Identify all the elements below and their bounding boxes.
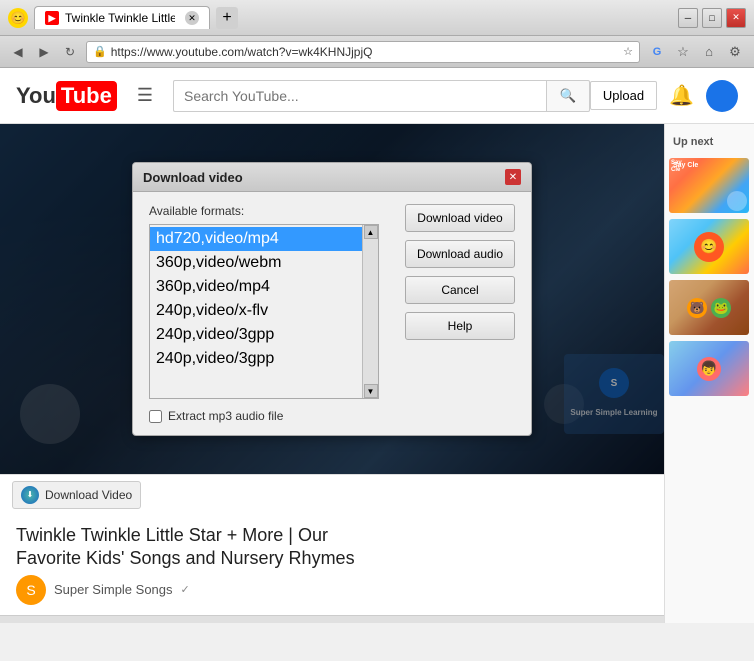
notification-bell-icon[interactable]: 🔔 [669, 83, 694, 108]
lock-icon: 🔒 [93, 45, 107, 58]
download-extension-button[interactable]: ⬇ Download Video [12, 481, 141, 509]
thumb-2-content: 😊 [669, 219, 749, 274]
upload-button[interactable]: Upload [590, 81, 657, 110]
download-video-label: Download Video [45, 488, 132, 502]
logo-tube: Tube [56, 81, 117, 111]
close-button[interactable]: ✕ [726, 8, 746, 28]
header-right: Upload 🔔 [590, 80, 738, 112]
format-scrollbar[interactable]: ▲ ▼ [362, 225, 378, 398]
download-ext-icon: ⬇ [21, 486, 39, 504]
logo-you: You [16, 83, 56, 109]
bottom-bar: ⬇ Download Video [0, 474, 664, 514]
page-wrapper: 😊 ▶ Twinkle Twinkle Little S ✕ + ─ □ ✕ ◀… [0, 0, 754, 661]
thumb-3-animal-1: 🐻 [687, 298, 707, 318]
download-video-dialog: Download video ✕ Available formats: hd72… [132, 162, 532, 436]
back-button[interactable]: ◀ [8, 42, 28, 62]
channel-avatar[interactable]: S [16, 575, 46, 605]
thumb-1-face [727, 191, 747, 211]
format-item-5[interactable]: 240p,video/3gpp [150, 347, 362, 371]
youtube-logo[interactable]: YouTube [16, 81, 117, 111]
window-controls: ─ □ ✕ [678, 8, 746, 28]
sidebar-thumb-2[interactable]: 😊 [669, 219, 749, 274]
extract-mp3-checkbox[interactable] [149, 410, 162, 423]
video-title-line2: Favorite Kids' Songs and Nursery Rhymes [16, 548, 355, 568]
thumb-1-text: SayCle [671, 160, 682, 174]
format-section: Available formats: hd720,video/mp4 360p,… [149, 204, 393, 423]
thumb-3-animal-2: 🐸 [711, 298, 731, 318]
browser-favicon: 😊 [8, 8, 28, 28]
tab-close-button[interactable]: ✕ [185, 11, 199, 25]
star-icon[interactable]: ☆ [672, 41, 694, 63]
scrollbar-up[interactable]: ▲ [364, 225, 378, 239]
scrollbar-down[interactable]: ▼ [364, 384, 378, 398]
format-item-3[interactable]: 240p,video/x-flv [150, 299, 362, 323]
format-item-2[interactable]: 360p,video/mp4 [150, 275, 362, 299]
video-info: Twinkle Twinkle Little Star + More | Our… [0, 514, 664, 615]
thumb-4-content: 👦 [669, 341, 749, 396]
browser-addressbar: ◀ ▶ ↻ 🔒 https://www.youtube.com/watch?v=… [0, 36, 754, 68]
thumb-4-face: 👦 [697, 357, 721, 381]
format-list: hd720,video/mp4 360p,video/webm 360p,vid… [150, 225, 362, 398]
bookmark-icon[interactable]: ☆ [623, 45, 633, 58]
google-icon[interactable]: G [646, 41, 668, 63]
channel-row: S Super Simple Songs ✓ [16, 575, 648, 605]
cancel-button[interactable]: Cancel [405, 276, 515, 304]
download-video-button[interactable]: Download video [405, 204, 515, 232]
thumb-3-content: 🐻 🐸 [669, 280, 749, 335]
search-input[interactable] [173, 80, 546, 112]
help-button[interactable]: Help [405, 312, 515, 340]
sidebar-thumb-1[interactable]: SayCle [669, 158, 749, 213]
browser-icons: G ☆ ⌂ ⚙ [646, 41, 746, 63]
video-title-line1: Twinkle Twinkle Little Star + More | Our [16, 525, 328, 545]
new-tab-button[interactable]: + [216, 7, 238, 29]
extract-mp3-row: Extract mp3 audio file [149, 409, 393, 423]
channel-name[interactable]: Super Simple Songs [54, 582, 173, 597]
format-item-4[interactable]: 240p,video/3gpp [150, 323, 362, 347]
maximize-button[interactable]: □ [702, 8, 722, 28]
thumb-3-animals: 🐻 🐸 [687, 298, 731, 318]
format-item-0[interactable]: hd720,video/mp4 [150, 227, 362, 251]
url-text: https://www.youtube.com/watch?v=wk4KHNJj… [111, 45, 373, 59]
verified-icon: ✓ [181, 583, 190, 596]
main-content: S Super Simple Learning Download video ✕ [0, 124, 754, 623]
minimize-button[interactable]: ─ [678, 8, 698, 28]
forward-button[interactable]: ▶ [34, 42, 54, 62]
home-icon[interactable]: ⌂ [698, 41, 720, 63]
search-button[interactable]: 🔍 [546, 80, 590, 112]
search-icon: 🔍 [560, 88, 577, 104]
up-next-label: Up next [669, 132, 750, 152]
extract-mp3-label: Extract mp3 audio file [168, 409, 283, 423]
video-player: S Super Simple Learning Download video ✕ [0, 124, 664, 474]
modal-body: Available formats: hd720,video/mp4 360p,… [133, 192, 531, 435]
modal-title: Download video [143, 170, 243, 185]
available-formats-label: Available formats: [149, 204, 393, 218]
browser-titlebar: 😊 ▶ Twinkle Twinkle Little S ✕ + ─ □ ✕ [0, 0, 754, 36]
modal-titlebar: Download video ✕ [133, 163, 531, 192]
modal-close-button[interactable]: ✕ [505, 169, 521, 185]
hamburger-menu-icon[interactable]: ☰ [137, 85, 153, 106]
modal-buttons: Download video Download audio Cancel Hel… [405, 204, 515, 423]
sidebar-thumb-3[interactable]: 🐻 🐸 [669, 280, 749, 335]
sidebar-thumb-4[interactable]: 👦 [669, 341, 749, 396]
format-item-1[interactable]: 360p,video/webm [150, 251, 362, 275]
address-bar[interactable]: 🔒 https://www.youtube.com/watch?v=wk4KHN… [86, 41, 640, 63]
settings-icon[interactable]: ⚙ [724, 41, 746, 63]
horizontal-scrollbar[interactable] [0, 615, 664, 623]
modal-overlay: Download video ✕ Available formats: hd72… [0, 124, 664, 474]
download-audio-button[interactable]: Download audio [405, 240, 515, 268]
browser-tab[interactable]: ▶ Twinkle Twinkle Little S ✕ [34, 6, 210, 29]
video-column: S Super Simple Learning Download video ✕ [0, 124, 664, 623]
thumb-2-face: 😊 [694, 232, 724, 262]
refresh-button[interactable]: ↻ [60, 42, 80, 62]
tab-title: Twinkle Twinkle Little S [65, 11, 175, 25]
youtube-header: YouTube ☰ 🔍 Upload 🔔 [0, 68, 754, 124]
search-bar: 🔍 [173, 80, 590, 112]
video-title: Twinkle Twinkle Little Star + More | Our… [16, 524, 648, 571]
format-listbox-container: hd720,video/mp4 360p,video/webm 360p,vid… [149, 224, 379, 399]
sidebar: Up next SayCle 😊 🐻 🐸 [664, 124, 754, 623]
youtube-favicon: ▶ [45, 11, 59, 25]
user-avatar[interactable] [706, 80, 738, 112]
